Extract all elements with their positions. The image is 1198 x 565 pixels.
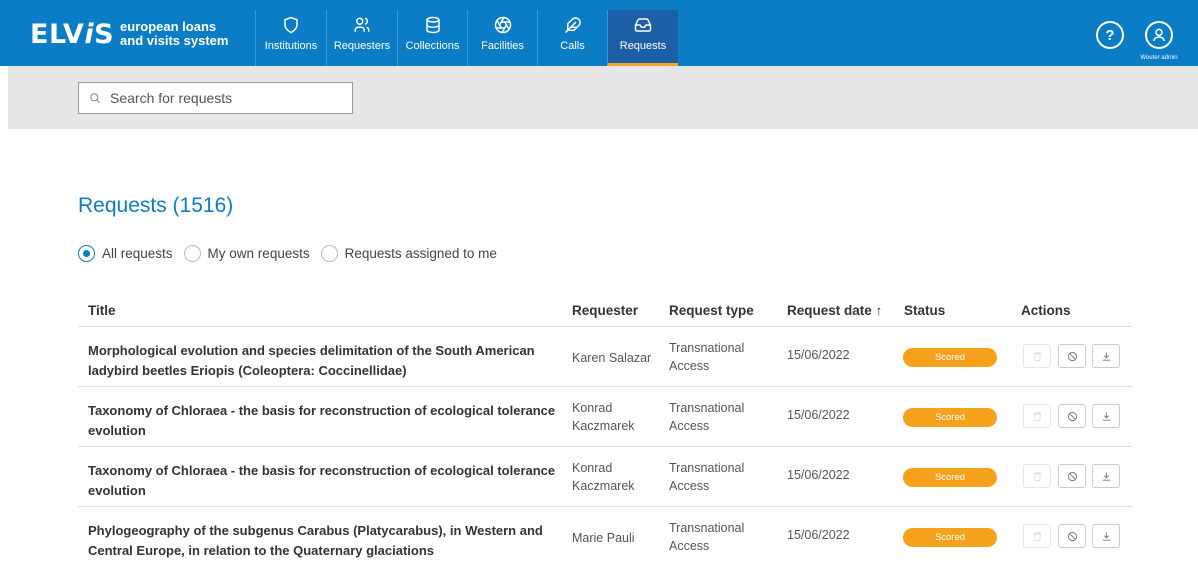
trash-icon: [1032, 471, 1042, 481]
status-badge: Scored: [903, 408, 997, 427]
request-date: 15/06/2022: [787, 528, 850, 542]
requester-name: Konrad Kaczmarek: [572, 401, 635, 433]
search-icon: [90, 93, 100, 103]
column-header-request-date[interactable]: Request date ↑: [787, 303, 882, 318]
request-type: Transnational Access: [669, 461, 745, 493]
download-button[interactable]: [1092, 404, 1120, 428]
radio-button-checked[interactable]: [78, 245, 95, 262]
download-icon: [1102, 351, 1110, 361]
block-icon: [1067, 471, 1077, 481]
nav-label: Requesters: [333, 40, 391, 52]
download-icon: [1102, 531, 1110, 541]
reject-button[interactable]: [1058, 464, 1086, 488]
request-filter: All requests My own requests Requests as…: [78, 245, 508, 262]
radio-label: My own requests: [207, 246, 310, 261]
elvis-logo[interactable]: ELViS european loans and visits system: [30, 16, 228, 52]
request-date: 15/06/2022: [787, 348, 850, 362]
nav-label: Calls: [560, 40, 585, 52]
table-row[interactable]: Taxonomy of Chloraea - the basis for rec…: [78, 447, 1132, 507]
request-title[interactable]: Phylogeography of the subgenus Carabus (…: [88, 521, 558, 561]
help-button[interactable]: ?: [1096, 21, 1124, 49]
block-icon: [1067, 351, 1077, 361]
request-date: 15/06/2022: [787, 468, 850, 482]
trash-icon: [1032, 351, 1042, 361]
requester-name: Konrad Kaczmarek: [572, 461, 635, 493]
radio-label: Requests assigned to me: [344, 246, 497, 261]
logo-subtitle: european loans and visits system: [120, 19, 229, 48]
search-box[interactable]: [78, 82, 353, 114]
table-row[interactable]: Taxonomy of Chloraea - the basis for rec…: [78, 387, 1132, 447]
requester-name: Marie Pauli: [572, 531, 635, 545]
reject-button[interactable]: [1058, 524, 1086, 548]
logo-wordmark: ELViS: [30, 18, 115, 50]
delete-button[interactable]: [1023, 404, 1051, 428]
database-icon: [425, 16, 440, 34]
delete-button[interactable]: [1023, 524, 1051, 548]
request-type: Transnational Access: [669, 521, 745, 553]
nav-item-facilities[interactable]: Facilities: [467, 10, 537, 66]
download-icon: [1102, 471, 1110, 481]
help-icon: ?: [1105, 26, 1115, 44]
top-navigation-bar: ELViS european loans and visits system I…: [0, 0, 1198, 66]
user-icon: [1152, 28, 1166, 42]
request-type: Transnational Access: [669, 401, 745, 433]
trash-icon: [1032, 531, 1042, 541]
block-icon: [1067, 411, 1077, 421]
nav-label: Facilities: [481, 40, 524, 52]
table-row[interactable]: Morphological evolution and species deli…: [78, 327, 1132, 387]
page-title: Requests (1516): [78, 194, 234, 217]
radio-button[interactable]: [320, 245, 338, 262]
filter-assigned-to-me[interactable]: Requests assigned to me: [320, 245, 497, 262]
column-header-actions: Actions: [1021, 303, 1071, 318]
download-button[interactable]: [1092, 524, 1120, 548]
delete-button[interactable]: [1023, 344, 1051, 368]
search-input[interactable]: [110, 90, 340, 106]
reject-button[interactable]: [1058, 404, 1086, 428]
status-badge: Scored: [903, 468, 997, 487]
request-date: 15/06/2022: [787, 408, 850, 422]
download-button[interactable]: [1092, 464, 1120, 488]
status-badge: Scored: [903, 348, 997, 367]
nav-label: Collections: [405, 40, 460, 52]
request-title[interactable]: Morphological evolution and species deli…: [88, 341, 558, 381]
main-nav: Institutions Requesters Collections Faci…: [255, 10, 678, 66]
requests-table: Title Requester Request type Request dat…: [78, 295, 1132, 565]
nav-item-requesters[interactable]: Requesters: [326, 10, 397, 66]
requester-name: Karen Salazar: [572, 351, 652, 365]
filter-all-requests[interactable]: All requests: [78, 245, 173, 262]
delete-button[interactable]: [1023, 464, 1051, 488]
nav-item-calls[interactable]: Calls: [537, 10, 607, 66]
user-name: Wouter admin: [1140, 55, 1178, 61]
users-icon: [354, 17, 370, 32]
aperture-icon: [494, 16, 511, 34]
request-title[interactable]: Taxonomy of Chloraea - the basis for rec…: [88, 461, 558, 501]
block-icon: [1067, 531, 1077, 541]
download-icon: [1102, 411, 1110, 421]
request-type: Transnational Access: [669, 341, 745, 373]
radio-label: All requests: [102, 246, 173, 261]
nav-item-requests[interactable]: Requests: [607, 10, 678, 66]
nav-item-institutions[interactable]: Institutions: [255, 10, 326, 66]
trash-icon: [1032, 411, 1042, 421]
table-row[interactable]: Phylogeography of the subgenus Carabus (…: [78, 507, 1132, 565]
column-header-title[interactable]: Title: [88, 303, 116, 318]
reject-button[interactable]: [1058, 344, 1086, 368]
column-header-status[interactable]: Status: [904, 303, 945, 318]
column-header-requester[interactable]: Requester: [572, 303, 638, 318]
request-title[interactable]: Taxonomy of Chloraea - the basis for rec…: [88, 401, 558, 441]
feather-icon: [564, 17, 581, 34]
search-bar: [8, 66, 1198, 129]
shield-icon: [284, 16, 298, 34]
user-menu-button[interactable]: [1145, 21, 1173, 49]
download-button[interactable]: [1092, 344, 1120, 368]
nav-label: Institutions: [264, 40, 318, 52]
radio-button[interactable]: [183, 245, 201, 262]
column-header-request-type[interactable]: Request type: [669, 303, 754, 318]
table-header: Title Requester Request type Request dat…: [78, 295, 1132, 327]
nav-item-collections[interactable]: Collections: [397, 10, 467, 66]
status-badge: Scored: [903, 528, 997, 547]
inbox-icon: [634, 18, 652, 32]
nav-label: Requests: [619, 40, 667, 52]
filter-my-own-requests[interactable]: My own requests: [183, 245, 310, 262]
